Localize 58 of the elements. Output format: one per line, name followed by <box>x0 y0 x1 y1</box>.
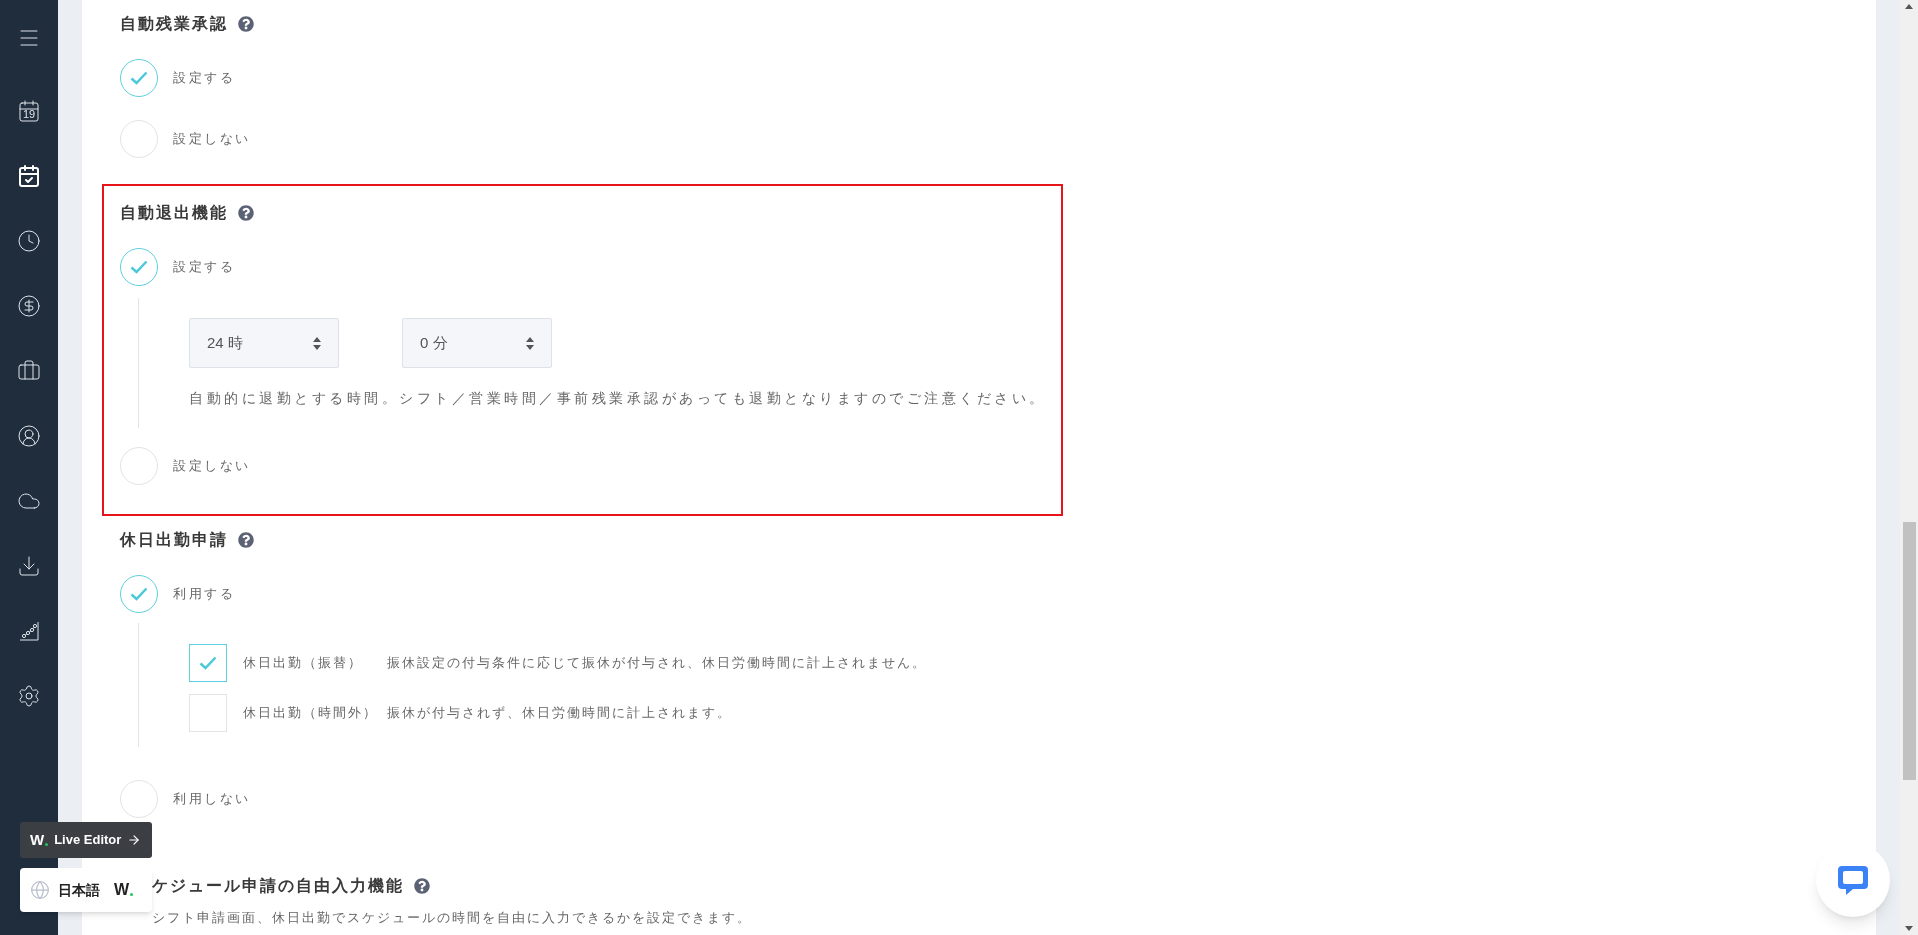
download-icon <box>17 554 41 578</box>
live-editor-button[interactable]: W Live Editor <box>20 822 152 858</box>
radio-button[interactable] <box>120 575 158 613</box>
option-label: 利用する <box>173 585 235 604</box>
chat-icon <box>1836 863 1870 897</box>
select-field[interactable]: 0 分 <box>402 318 552 368</box>
check-icon <box>199 656 217 670</box>
option-label: 設定する <box>173 69 235 88</box>
help-icon <box>238 532 254 548</box>
checkbox-label: 休日出勤（振替） <box>243 654 364 673</box>
chart-icon <box>17 619 41 643</box>
checkbox-description: 振休設定の付与条件に応じて振休が付与され、休日労働時間に計上されません。 <box>387 654 927 673</box>
calendar-date: 19 <box>21 108 37 120</box>
radio-button[interactable] <box>120 120 158 158</box>
radio-button[interactable] <box>120 248 158 286</box>
checkbox-label: 休日出勤（時間外） <box>243 704 379 723</box>
checkbox[interactable] <box>189 694 227 732</box>
check-icon <box>130 71 148 85</box>
section-title: 休日出勤申請 <box>120 530 228 550</box>
sort-arrows-icon <box>526 336 534 350</box>
language-switcher[interactable]: 日本語 W <box>20 868 152 912</box>
help-icon <box>238 16 254 32</box>
radio-button[interactable] <box>120 447 158 485</box>
section-title: 自動残業承認 <box>120 14 228 34</box>
option-label: 設定する <box>173 258 235 277</box>
help-icon <box>414 878 430 894</box>
section-title: ケジュール申請の自由入力機能 <box>152 876 404 896</box>
select-field[interactable]: 24 時 <box>189 318 339 368</box>
checkbox[interactable] <box>189 644 227 682</box>
option-label: 設定しない <box>173 457 251 476</box>
sidebar-item[interactable] <box>15 359 43 383</box>
calendar-icon <box>17 99 41 123</box>
radio-button[interactable] <box>120 59 158 97</box>
briefcase-icon <box>17 359 41 383</box>
calendar-check-icon <box>17 164 41 188</box>
section-title: 自動退出機能 <box>120 203 228 223</box>
sidebar-item[interactable]: 19 <box>15 99 43 123</box>
sidebar-item[interactable] <box>15 229 43 253</box>
check-icon <box>130 587 148 601</box>
user-icon <box>17 424 41 448</box>
option-label: 利用しない <box>173 790 251 809</box>
option-label: 設定しない <box>173 130 251 149</box>
radio-button[interactable] <box>120 780 158 818</box>
settings-icon <box>17 684 41 708</box>
scroll-down-icon[interactable] <box>1905 926 1913 931</box>
scroll-up-icon[interactable] <box>1905 4 1913 9</box>
clock-icon <box>17 229 41 253</box>
section-description: シフト申請画面、休日出勤でスケジュールの時間を自由に入力できるかを設定できます。 <box>152 909 753 927</box>
check-icon <box>130 260 148 274</box>
sidebar-item[interactable] <box>15 424 43 448</box>
sidebar-item[interactable] <box>15 294 43 318</box>
dollar-icon <box>17 294 41 318</box>
globe-icon <box>30 880 50 900</box>
checkbox-description: 振休が付与されず、休日労働時間に計上されます。 <box>387 704 732 723</box>
help-icon <box>238 205 254 221</box>
scrollbar-thumb[interactable] <box>1902 522 1916 780</box>
sort-arrows-icon <box>313 336 321 350</box>
help-text: 自動的に退勤とする時間。シフト／営業時間／事前残業承認があっても退勤となりますのでご注意ください。 <box>189 389 1045 408</box>
